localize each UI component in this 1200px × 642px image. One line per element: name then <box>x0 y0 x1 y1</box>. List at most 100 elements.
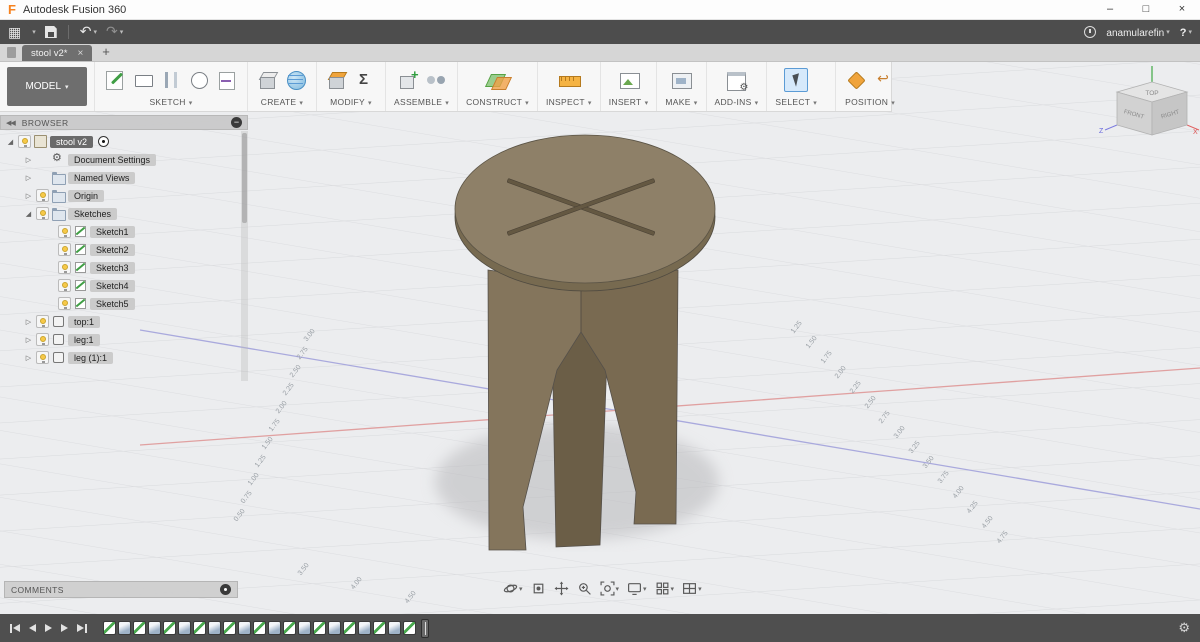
browser-collapse-icon[interactable]: ◀◀ <box>6 119 16 127</box>
play-button[interactable] <box>45 624 52 632</box>
revert-position-icon[interactable] <box>872 68 896 92</box>
activate-component-radio[interactable] <box>98 136 110 147</box>
new-tab-button[interactable]: + <box>102 44 110 59</box>
timeline-feature-icon[interactable] <box>178 621 191 635</box>
timeline-feature-icon[interactable] <box>373 621 386 635</box>
select-menu[interactable]: SELECT <box>775 97 817 107</box>
browser-item-label[interactable]: stool v2 <box>50 135 94 148</box>
job-status-icon[interactable] <box>1084 26 1097 38</box>
expander-icon[interactable] <box>24 192 33 200</box>
construction-plane-icon[interactable] <box>486 68 510 92</box>
visibility-bulb-icon[interactable] <box>36 315 49 328</box>
box-tool-icon[interactable] <box>256 68 280 92</box>
modify-menu[interactable]: MODIFY <box>330 97 372 107</box>
browser-minimize-icon[interactable]: − <box>231 117 242 128</box>
browser-row[interactable]: Sketch5 <box>0 295 248 312</box>
timeline-feature-icon[interactable] <box>253 621 266 635</box>
timeline-feature-icon[interactable] <box>328 621 341 635</box>
visibility-bulb-icon[interactable] <box>18 135 31 148</box>
inspect-menu[interactable]: INSPECT <box>546 97 592 107</box>
browser-item-label[interactable]: Origin <box>68 189 105 202</box>
change-parameters-icon[interactable] <box>353 68 377 92</box>
document-tab[interactable]: stool v2* × <box>22 45 93 61</box>
timeline-feature-icon[interactable] <box>388 621 401 635</box>
timeline-feature-icon[interactable] <box>103 621 116 635</box>
visibility-bulb-icon[interactable] <box>36 351 49 364</box>
timeline-feature-icon[interactable] <box>298 621 311 635</box>
browser-item-label[interactable]: Sketch3 <box>90 261 135 274</box>
make-menu[interactable]: MAKE <box>665 97 697 107</box>
new-component-icon[interactable] <box>396 67 420 92</box>
minimize-button[interactable]: – <box>1092 0 1128 19</box>
addins-menu[interactable]: ADD-INS <box>715 97 759 107</box>
browser-item-label[interactable]: Sketch4 <box>90 279 135 292</box>
3d-print-icon[interactable] <box>669 68 693 92</box>
redo-button[interactable]: ↷ <box>106 23 123 41</box>
visibility-bulb-icon[interactable] <box>58 261 71 274</box>
look-at-button[interactable] <box>531 581 546 596</box>
visibility-bulb-icon[interactable] <box>36 189 49 202</box>
orbit-button[interactable]: ▾ <box>503 581 523 596</box>
undo-button[interactable]: ↶ <box>80 23 97 41</box>
timeline-feature-icon[interactable] <box>358 621 371 635</box>
step-back-button[interactable] <box>29 624 36 632</box>
expander-icon[interactable] <box>24 336 33 344</box>
browser-scrollbar[interactable] <box>241 131 248 381</box>
maximize-button[interactable]: □ <box>1128 0 1164 19</box>
browser-header[interactable]: ◀◀ BROWSER − <box>0 115 248 130</box>
timeline-feature-icon[interactable] <box>148 621 161 635</box>
position-menu[interactable]: POSITION <box>845 97 895 107</box>
browser-row[interactable]: Named Views <box>0 169 248 186</box>
expander-icon[interactable] <box>24 210 33 218</box>
browser-item-label[interactable]: Sketch1 <box>90 225 135 238</box>
grid-settings-button[interactable]: ▾ <box>655 581 674 596</box>
timeline-feature-icon[interactable] <box>238 621 251 635</box>
browser-row[interactable]: stool v2 <box>0 133 248 150</box>
visibility-bulb-icon[interactable] <box>58 243 71 256</box>
comments-panel[interactable]: COMMENTS <box>4 581 238 598</box>
browser-item-label[interactable]: top:1 <box>68 315 101 328</box>
visibility-bulb-icon[interactable] <box>58 297 71 310</box>
create-sketch-icon[interactable] <box>103 68 127 92</box>
browser-item-label[interactable]: Sketch5 <box>90 297 135 310</box>
help-menu[interactable]: ? <box>1180 23 1192 41</box>
rectangle-tool-icon[interactable] <box>131 68 155 92</box>
visibility-bulb-icon[interactable] <box>36 207 49 220</box>
browser-item-label[interactable]: Sketch2 <box>90 243 135 256</box>
browser-row[interactable]: Sketch4 <box>0 277 248 294</box>
pan-button[interactable] <box>554 581 569 596</box>
app-grid-icon[interactable]: ▦ <box>8 25 21 39</box>
select-tool-icon[interactable] <box>784 68 809 92</box>
browser-row[interactable]: Sketch1 <box>0 223 248 240</box>
tab-close-icon[interactable]: × <box>77 48 83 59</box>
browser-row[interactable]: Sketch2 <box>0 241 248 258</box>
zoom-button[interactable] <box>577 581 592 596</box>
browser-item-label[interactable]: leg:1 <box>68 333 100 346</box>
save-icon[interactable] <box>44 26 57 38</box>
workspace-selector[interactable]: MODEL <box>7 67 87 106</box>
close-button[interactable]: × <box>1164 0 1200 19</box>
expander-icon[interactable] <box>24 156 33 164</box>
attached-canvas-icon[interactable] <box>617 68 641 92</box>
project-tool-icon[interactable] <box>215 68 239 92</box>
timeline-feature-icon[interactable] <box>193 621 206 635</box>
timeline-feature-icon[interactable] <box>223 621 236 635</box>
browser-item-label[interactable]: leg (1):1 <box>68 351 114 364</box>
timeline-feature-icon[interactable] <box>313 621 326 635</box>
browser-row[interactable]: Sketch3 <box>0 259 248 276</box>
comments-expand-icon[interactable] <box>220 584 231 595</box>
display-settings-button[interactable]: ▾ <box>627 581 647 596</box>
browser-row[interactable]: top:1 <box>0 313 248 330</box>
expander-icon[interactable] <box>24 354 33 362</box>
browser-row[interactable]: leg:1 <box>0 331 248 348</box>
browser-item-label[interactable]: Sketches <box>68 207 118 220</box>
construct-menu[interactable]: CONSTRUCT <box>466 97 529 107</box>
timeline-position-marker[interactable] <box>421 618 429 638</box>
file-menu-button[interactable] <box>30 23 36 41</box>
joint-icon[interactable] <box>424 68 448 92</box>
browser-row[interactable]: leg (1):1 <box>0 349 248 366</box>
visibility-bulb-icon[interactable] <box>58 279 71 292</box>
create-menu[interactable]: CREATE <box>261 97 303 107</box>
visibility-bulb-icon[interactable] <box>36 333 49 346</box>
sketch-menu[interactable]: SKETCH <box>149 97 192 107</box>
